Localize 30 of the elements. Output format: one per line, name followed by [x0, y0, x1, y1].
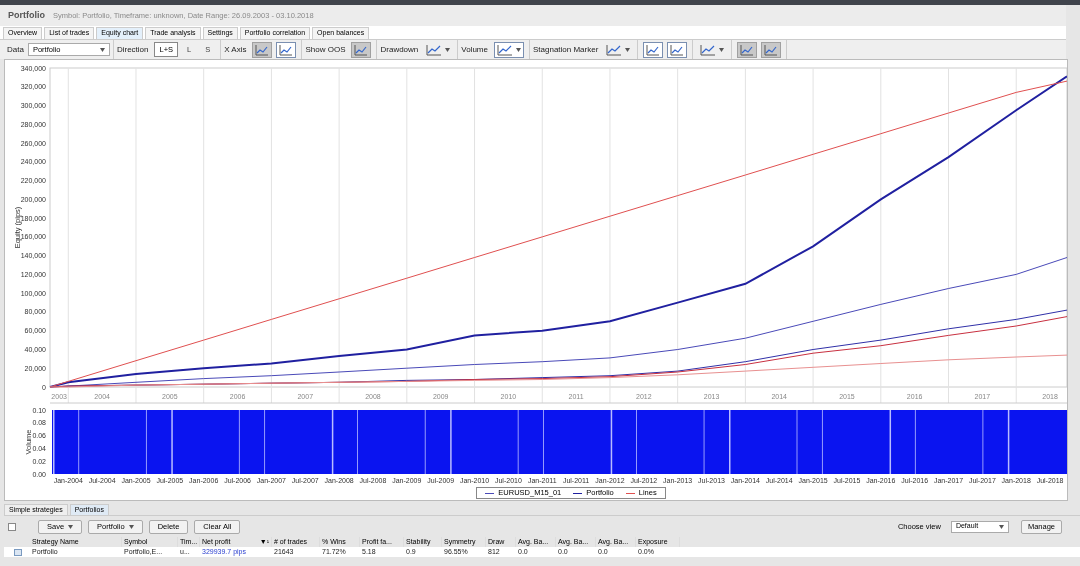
- row-checkbox[interactable]: [14, 548, 22, 556]
- toolbar-label: Stagnation Marker: [532, 43, 599, 56]
- toolbar-label: Volume: [461, 43, 488, 56]
- caret-icon: [128, 524, 134, 529]
- toolbar-label: Show OOS: [305, 43, 346, 56]
- select-all-checkbox[interactable]: [8, 522, 16, 531]
- line-chart-icon[interactable]: [252, 41, 273, 58]
- toolbar-label: Drawdown: [380, 43, 419, 56]
- chart-dropdown[interactable]: [493, 41, 524, 58]
- line-chart-icon[interactable]: [643, 41, 664, 58]
- caret-icon: [445, 47, 451, 52]
- caret-icon: [99, 47, 105, 52]
- line-chart-icon[interactable]: [737, 41, 758, 58]
- caret-icon: [515, 47, 521, 52]
- line-chart-icon[interactable]: [351, 41, 372, 58]
- line-chart-icon: [606, 43, 623, 56]
- window-title: Portfolio: [8, 8, 45, 22]
- caret-icon: [625, 47, 631, 52]
- caret-icon: [998, 524, 1004, 529]
- toolbar-label: X Axis: [224, 43, 247, 56]
- toolbar-label: Data: [7, 43, 24, 56]
- line-chart-icon: [496, 43, 513, 56]
- line-chart-icon[interactable]: [761, 41, 782, 58]
- line-chart-icon: [426, 43, 443, 56]
- line-chart-icon[interactable]: [667, 41, 688, 58]
- line-chart-icon: [700, 43, 717, 56]
- line-chart-icon[interactable]: [276, 41, 297, 58]
- caret-icon: [68, 524, 74, 529]
- toolbar-label: Direction: [116, 43, 149, 56]
- caret-icon: [719, 47, 725, 52]
